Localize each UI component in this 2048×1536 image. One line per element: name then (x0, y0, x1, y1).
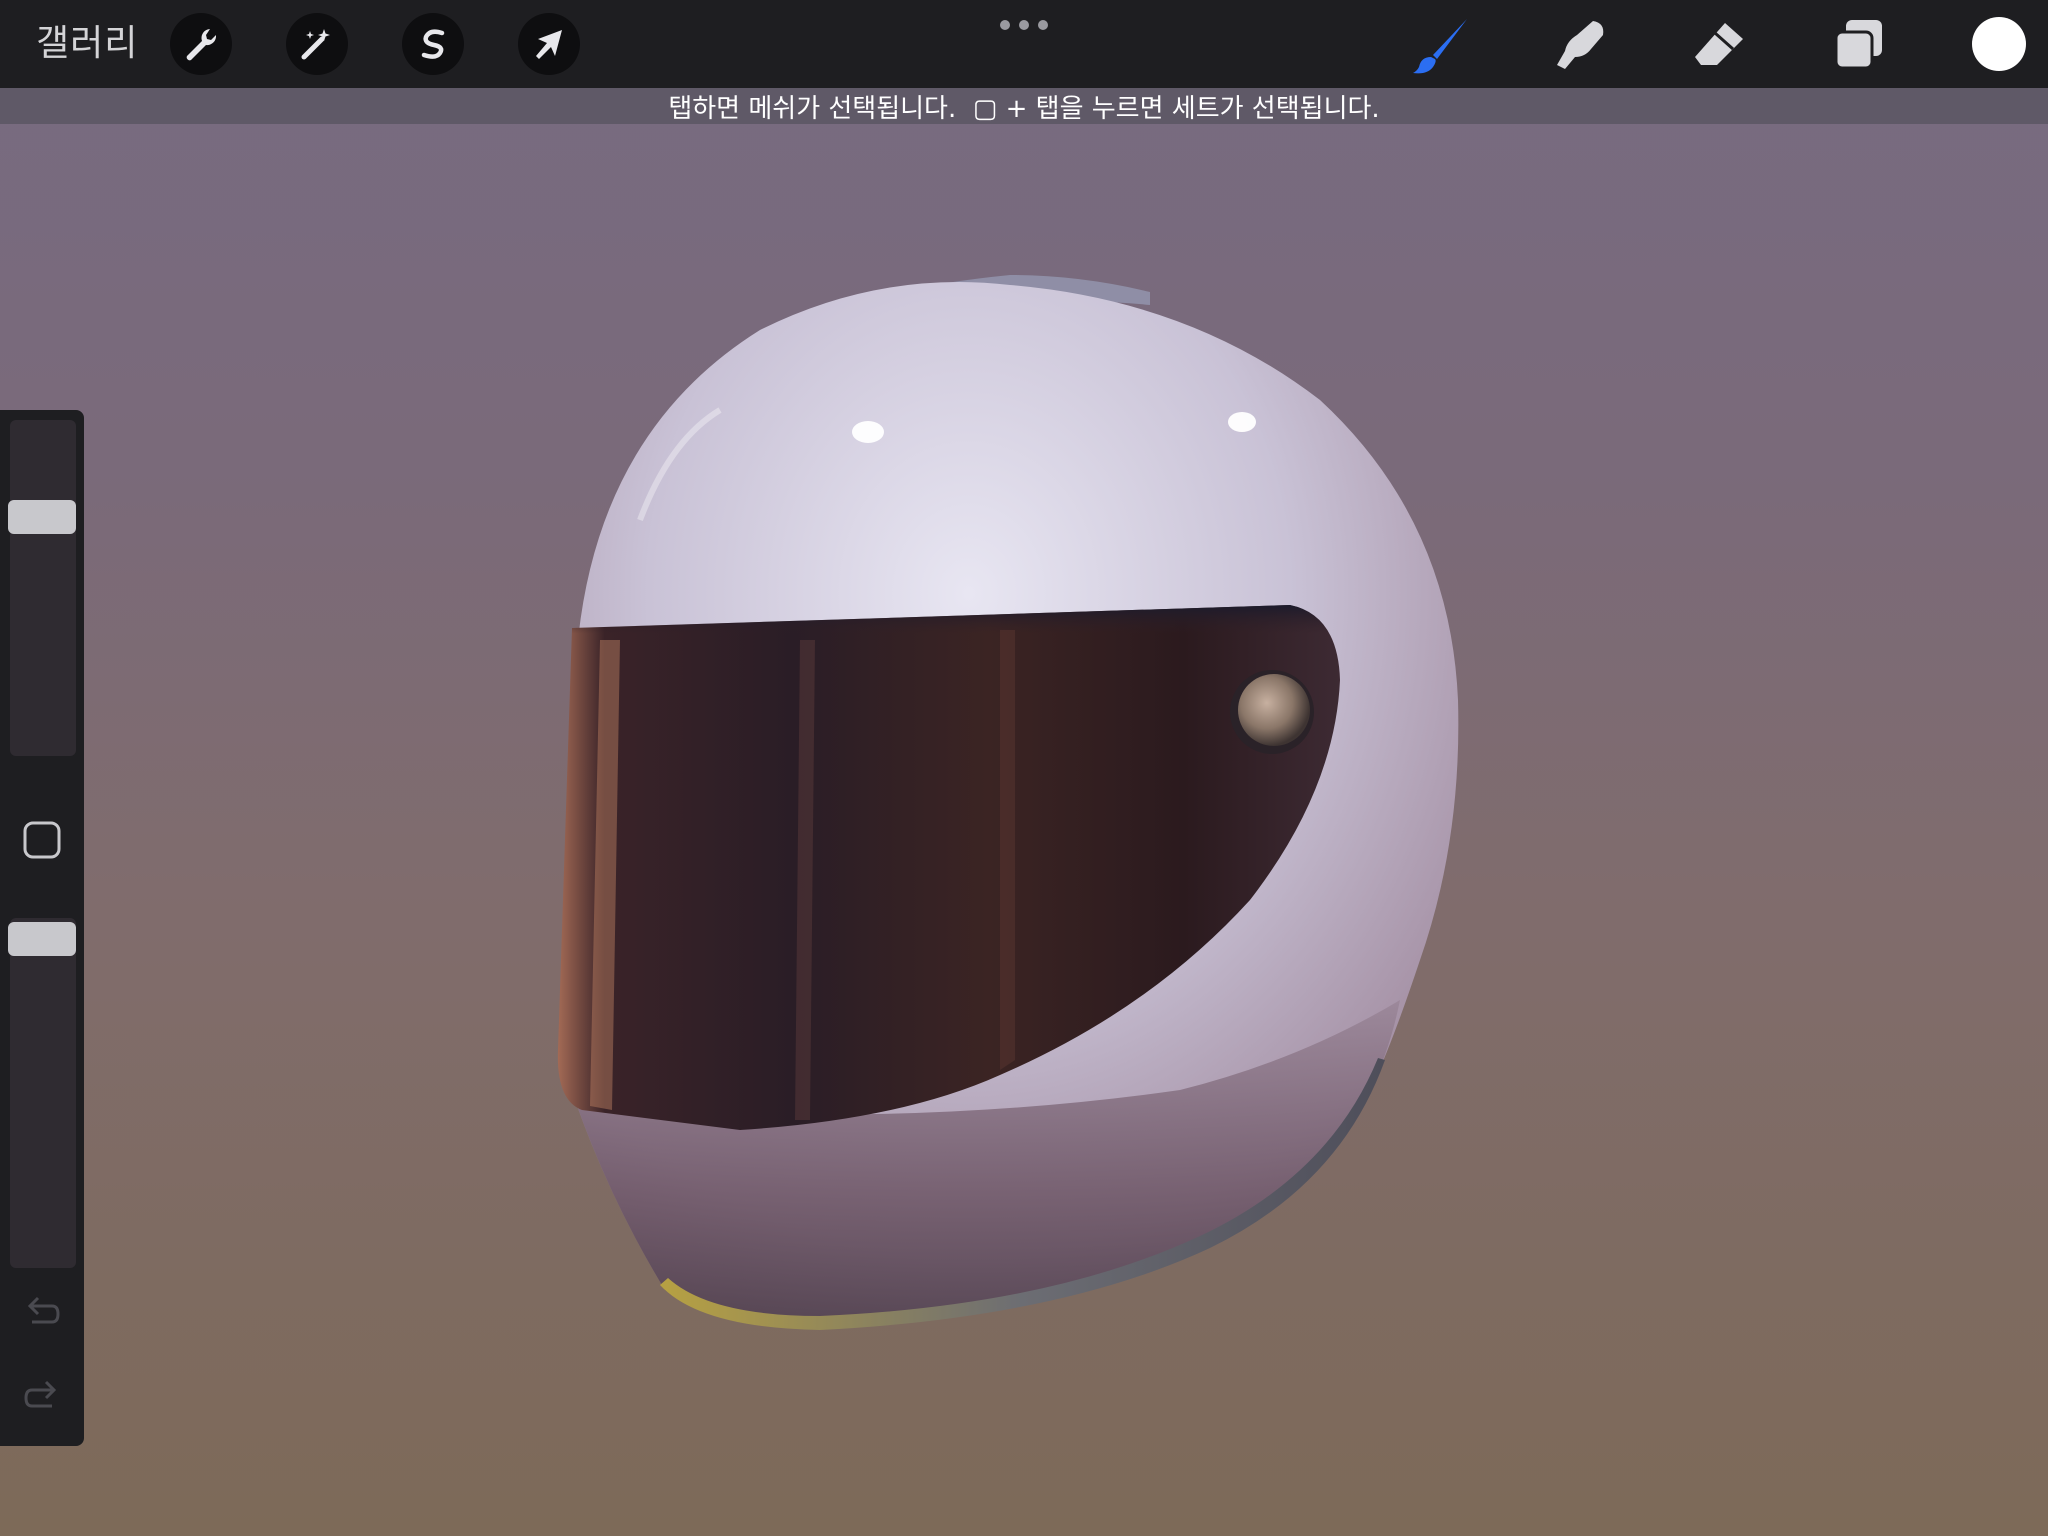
eraser-icon (1695, 23, 1743, 65)
adjustments-button[interactable] (286, 13, 348, 75)
selection-button[interactable] (402, 13, 464, 75)
left-sidebar (0, 410, 84, 1446)
arrow-cursor-icon (536, 30, 562, 59)
redo-button[interactable] (22, 1374, 62, 1414)
smudge-finger-icon (1557, 21, 1604, 69)
brush-tool[interactable] (1410, 14, 1472, 76)
hint-text: 탭하면 메쉬가 선택됩니다. ▢ + 탭을 누르면 세트가 선택됩니다. (668, 93, 1380, 124)
modify-button[interactable] (22, 820, 62, 860)
brush-opacity-slider[interactable] (10, 918, 76, 1268)
undo-icon (27, 1296, 60, 1324)
selection-s-icon (421, 29, 445, 59)
brush-opacity-thumb[interactable] (8, 922, 76, 956)
dot-icon (1019, 20, 1029, 30)
helmet-model[interactable] (0, 0, 2048, 1536)
brush-size-thumb[interactable] (8, 500, 76, 534)
square-modify-icon (23, 821, 61, 859)
eraser-tool[interactable] (1688, 14, 1750, 76)
magic-wand-icon (301, 29, 330, 60)
actions-button[interactable] (170, 13, 232, 75)
brush-icon (1413, 19, 1467, 74)
top-toolbar: 갤러리 (0, 0, 2048, 88)
smudge-tool[interactable] (1548, 14, 1610, 76)
wrench-icon (186, 29, 217, 61)
redo-icon (24, 1380, 57, 1408)
undo-button[interactable] (22, 1290, 62, 1330)
hint-banner: 탭하면 메쉬가 선택됩니다. ▢ + 탭을 누르면 세트가 선택됩니다. (0, 88, 2048, 124)
layers-icon (1834, 20, 1882, 70)
layers-button[interactable] (1828, 14, 1890, 76)
color-picker-button[interactable] (1972, 17, 2026, 71)
gallery-button[interactable]: 갤러리 (36, 20, 138, 68)
transform-button[interactable] (518, 13, 580, 75)
more-options-button[interactable] (1000, 18, 1048, 32)
dot-icon (1000, 20, 1010, 30)
dot-icon (1038, 20, 1048, 30)
brush-size-slider[interactable] (10, 420, 76, 756)
